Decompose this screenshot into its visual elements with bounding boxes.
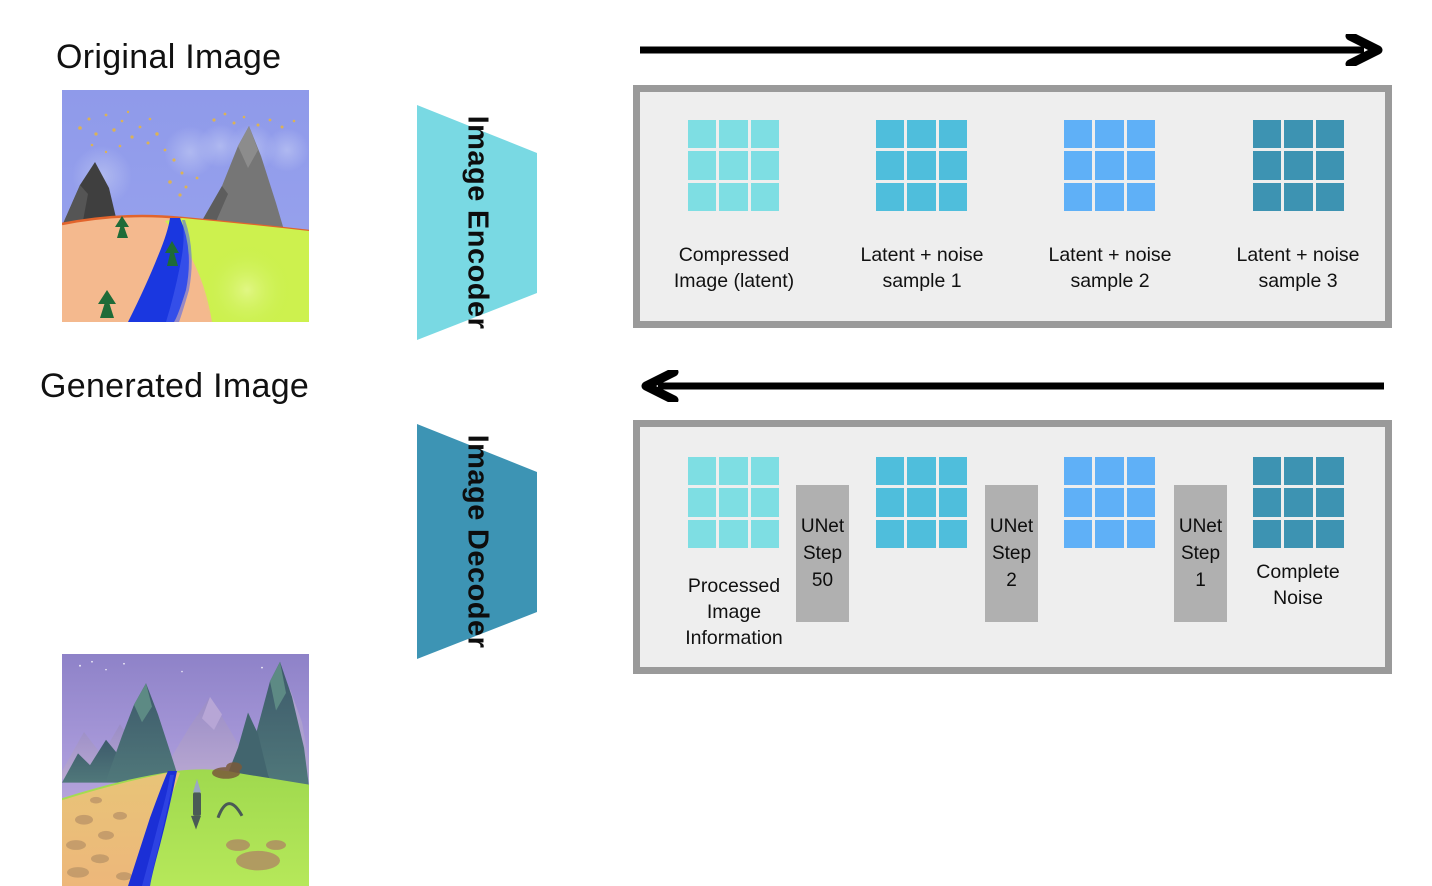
caption-noise-sample-3: Latent + noise sample 3 bbox=[1236, 244, 1360, 292]
arrow-left-icon bbox=[641, 370, 1384, 402]
unet-step-1-num: 1 bbox=[1195, 570, 1206, 591]
unet-step-1-label: UNet bbox=[1178, 516, 1223, 537]
original-image-thumbnail bbox=[62, 90, 309, 322]
unet-step-50-sub: Step bbox=[802, 543, 843, 564]
unet-step-2-sub: Step bbox=[991, 543, 1032, 564]
forward-arrow-right bbox=[638, 34, 1386, 66]
generated-landscape-render bbox=[62, 654, 309, 886]
decoder-trapezoid-shape bbox=[417, 424, 537, 659]
latent-grid-noise-2 bbox=[1064, 120, 1155, 211]
image-encoder-block: Image Encoder bbox=[417, 105, 537, 340]
image-decoder-block: Image Decoder bbox=[417, 424, 537, 659]
unet-step-50-num: 50 bbox=[811, 570, 834, 591]
caption-compressed-latent: Compressed Image (latent) bbox=[673, 244, 795, 292]
unet-step-block-2[interactable]: UNet Step 2 bbox=[985, 485, 1038, 622]
latent-grid-compressed bbox=[688, 120, 779, 211]
caption-complete-noise: Complete Noise bbox=[1256, 561, 1340, 609]
latent-grid-noise-3 bbox=[1253, 120, 1344, 211]
original-landscape-illustration bbox=[62, 90, 309, 322]
forward-diffusion-panel: Compressed Image (latent) Latent + noise… bbox=[633, 85, 1392, 328]
reverse-arrow-left bbox=[638, 370, 1386, 402]
encoder-trapezoid-shape bbox=[417, 105, 537, 340]
unet-step-50-label: UNet bbox=[800, 516, 845, 537]
latent-grid-noise-1 bbox=[876, 120, 967, 211]
caption-noise-sample-1: Latent + noise sample 1 bbox=[860, 244, 984, 292]
unet-step-block-50[interactable]: UNet Step 50 bbox=[796, 485, 849, 622]
unet-step-2-num: 2 bbox=[1006, 570, 1017, 591]
latent-grid-reverse-noise-1 bbox=[876, 457, 967, 548]
generated-image-title: Generated Image bbox=[40, 367, 310, 405]
arrow-right-icon bbox=[640, 34, 1383, 66]
caption-noise-sample-2: Latent + noise sample 2 bbox=[1048, 244, 1172, 292]
latent-grid-processed bbox=[688, 457, 779, 548]
original-image-title: Original Image bbox=[56, 38, 282, 76]
latent-grid-reverse-noise-2 bbox=[1064, 457, 1155, 548]
unet-step-2-label: UNet bbox=[989, 516, 1034, 537]
generated-image-thumbnail bbox=[62, 654, 309, 886]
caption-processed-image-information: Processed Image Information bbox=[685, 575, 783, 649]
reverse-diffusion-panel: Processed Image Information UNet Step 50… bbox=[633, 420, 1392, 674]
latent-grid-complete-noise bbox=[1253, 457, 1344, 548]
